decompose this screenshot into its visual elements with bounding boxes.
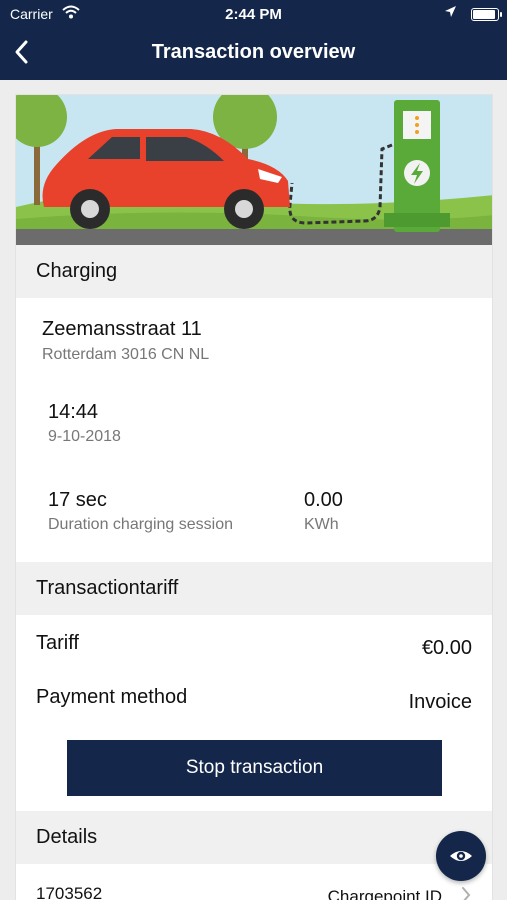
page-title: Transaction overview <box>151 41 356 63</box>
address-line1: Zeemansstraat 11 <box>42 318 202 340</box>
status-time: 2:44 PM <box>225 6 282 23</box>
tariff-section-header: Transactiontariff <box>16 562 492 615</box>
eye-icon <box>450 851 472 861</box>
payment-method-value: Invoice <box>408 691 472 713</box>
address-line2: Rotterdam 3016 CN NL <box>42 346 210 363</box>
duration-value: 17 sec <box>48 489 107 511</box>
energy-value: 0.00 <box>304 489 343 511</box>
energy-unit: KWh <box>304 516 339 533</box>
duration-label: Duration charging session <box>48 516 233 533</box>
transaction-card: Charging Zeemansstraat 11 Rotterdam 3016… <box>15 94 493 900</box>
chevron-right-icon[interactable] <box>460 885 472 900</box>
chargepoint-id-value: 1703562 <box>36 884 103 900</box>
battery-icon <box>471 8 502 21</box>
eye-floating-button[interactable] <box>436 831 486 881</box>
transaction-date: 9-10-2018 <box>48 428 121 445</box>
location-arrow-icon <box>445 6 456 17</box>
stop-transaction-button[interactable]: Stop transaction <box>67 740 442 796</box>
navigation-bar: Carrier 2:44 PM Transaction overview <box>0 0 507 80</box>
status-bar: Carrier 2:44 PM <box>0 0 507 28</box>
chargepoint-id-label[interactable]: Chargepoint ID <box>328 887 442 900</box>
charging-section-header: Charging <box>16 245 492 298</box>
tariff-value: €0.00 <box>421 637 472 659</box>
payment-method-label: Payment method <box>36 686 188 708</box>
details-section-header: Details <box>16 811 492 864</box>
content-area[interactable]: Charging Zeemansstraat 11 Rotterdam 3016… <box>0 80 507 900</box>
car-charging-illustration <box>16 95 492 245</box>
tariff-label: Tariff <box>36 632 79 654</box>
transaction-time: 14:44 <box>48 401 99 423</box>
